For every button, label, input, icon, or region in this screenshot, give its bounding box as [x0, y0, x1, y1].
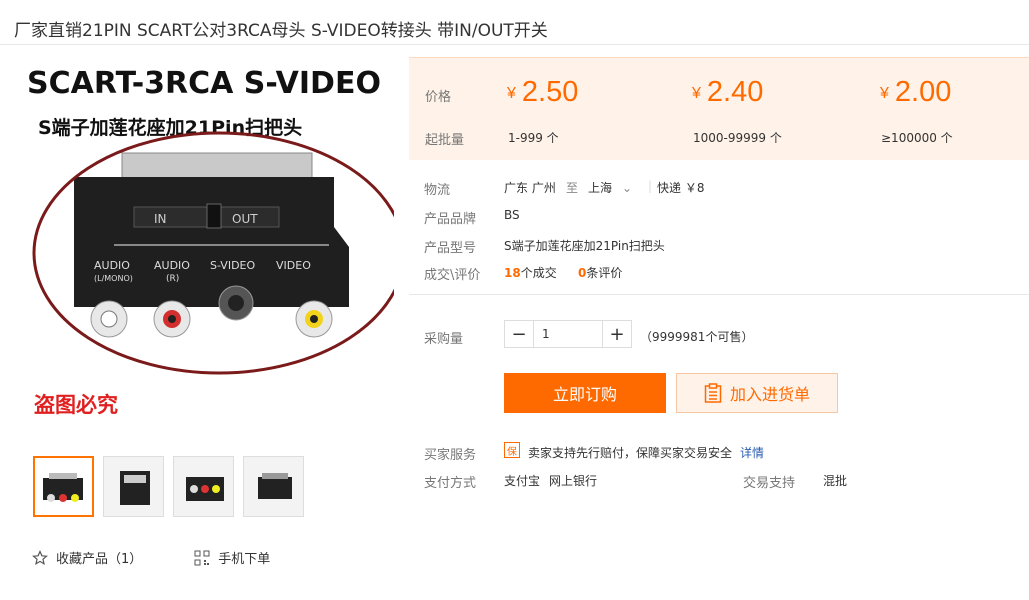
service-detail-link[interactable]: 详情: [740, 444, 764, 461]
qty-increase-button[interactable]: +: [603, 321, 631, 347]
image-watermark: 盗图必究: [34, 393, 118, 417]
ship-to-select[interactable]: 上海 ⌄: [588, 179, 632, 196]
model-value: S端子加莲花座加21Pin扫把头: [504, 239, 665, 253]
deals-link[interactable]: 18个成交: [504, 264, 557, 281]
deals-label: 成交\评价: [424, 268, 481, 283]
favorite-label: 收藏产品（1）: [56, 552, 143, 567]
port-audio-l-label: AUDIO: [94, 259, 130, 272]
brand-label: 产品品牌: [424, 212, 477, 227]
ship-to-word: 至: [566, 181, 579, 195]
qty-input[interactable]: 1: [533, 321, 603, 347]
main-product-image[interactable]: SCART-3RCA S-VIDEO S端子加莲花座加21Pin扫把头 IN O…: [14, 57, 394, 437]
thumbnail-2[interactable]: [103, 456, 164, 517]
shipping-fee: 快递 ￥8: [657, 181, 705, 195]
port-svideo-label: S-VIDEO: [210, 259, 255, 272]
quantity-stepper: − 1 +: [504, 320, 632, 348]
brand-value: BS: [504, 208, 520, 222]
payment-bank: 网上银行: [549, 474, 598, 488]
mobile-order-label: 手机下单: [218, 552, 271, 567]
qty-decrease-button[interactable]: −: [505, 321, 533, 347]
buyer-service-label: 买家服务: [424, 448, 477, 463]
image-headline: SCART-3RCA S-VIDEO: [27, 66, 381, 101]
ship-from: 广东 广州: [504, 181, 556, 195]
product-title: 厂家直销21PIN SCART公对3RCA母头 S-VIDEO转接头 带IN/O…: [14, 21, 548, 41]
price-label: 价格: [425, 90, 452, 105]
logistics-separator: |: [648, 179, 653, 193]
star-icon: [32, 549, 48, 565]
port-audio-r-sub: (R): [166, 274, 179, 284]
price-tier-1: ¥2.50: [507, 76, 579, 108]
switch-out-label: OUT: [232, 212, 258, 226]
stock-text: （9999981个可售）: [640, 330, 754, 344]
port-audio-r-label: AUDIO: [154, 259, 190, 272]
payment-alipay: 支付宝: [504, 474, 541, 488]
price-panel: 价格 起批量 ¥2.50 ¥2.40 ¥2.00 1-999 个 1000-99…: [409, 57, 1029, 160]
chevron-down-icon: ⌄: [622, 181, 633, 195]
add-to-cart-button[interactable]: 加入进货单: [676, 373, 838, 413]
section-divider: [409, 294, 1029, 295]
add-to-cart-label: 加入进货单: [729, 385, 810, 404]
thumbnail-strip: [33, 456, 304, 517]
price-tier-3: ¥2.00: [880, 76, 952, 108]
batch-tier-1: 1-999 个: [508, 131, 559, 145]
footer-actions: 收藏产品（1） 手机下单: [32, 548, 322, 567]
scart-adapter-picture: SCART-3RCA S-VIDEO S端子加莲花座加21Pin扫把头 IN O…: [14, 57, 394, 437]
clipboard-icon: [704, 383, 722, 403]
thumbnail-3[interactable]: [173, 456, 234, 517]
payment-label: 支付方式: [424, 476, 477, 491]
reviews-link[interactable]: 0条评价: [578, 264, 622, 281]
qr-code-icon: [194, 550, 210, 565]
guarantee-badge-icon: 保: [504, 442, 520, 458]
switch-in-label: IN: [154, 212, 167, 226]
port-video-label: VIDEO: [276, 259, 311, 272]
port-audio-l-sub: (L/MONO): [94, 274, 133, 283]
trade-support-value: 混批: [823, 474, 848, 488]
thumbnail-1[interactable]: [33, 456, 94, 517]
batch-label: 起批量: [425, 133, 465, 148]
qty-label: 采购量: [424, 332, 464, 347]
title-divider: [0, 44, 1029, 45]
mobile-order-button[interactable]: 手机下单: [194, 548, 270, 567]
favorite-button[interactable]: 收藏产品（1）: [32, 548, 142, 567]
batch-tier-3: ≥100000 个: [881, 131, 953, 145]
logistics-label: 物流: [424, 183, 451, 198]
thumbnail-4[interactable]: [243, 456, 304, 517]
buyer-service-text: 卖家支持先行赔付，保障买家交易安全: [528, 446, 733, 460]
price-tier-2: ¥2.40: [692, 76, 764, 108]
batch-tier-2: 1000-99999 个: [693, 131, 782, 145]
model-label: 产品型号: [424, 241, 477, 256]
trade-support-label: 交易支持: [743, 476, 796, 491]
order-now-button[interactable]: 立即订购: [504, 373, 666, 413]
